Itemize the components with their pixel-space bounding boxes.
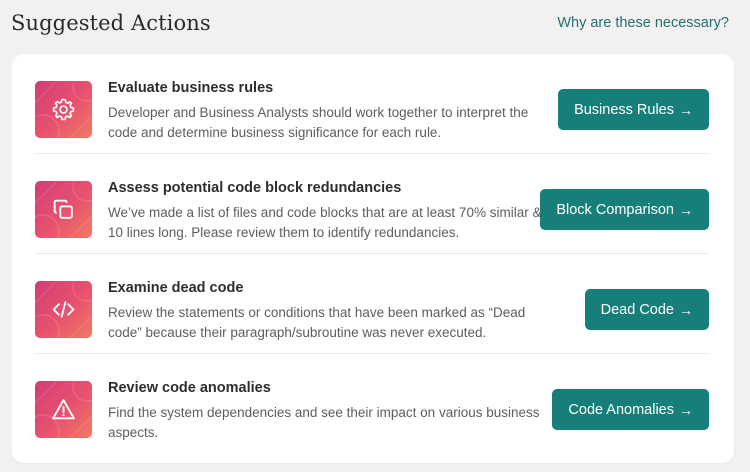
code-icon xyxy=(52,301,75,318)
code-anomalies-button[interactable]: Code Anomalies → xyxy=(552,389,709,430)
page-title: Suggested Actions xyxy=(11,11,211,35)
action-icon-tile xyxy=(35,181,92,238)
action-title: Review code anomalies xyxy=(108,380,271,396)
action-description: Review the statements or conditions that… xyxy=(108,305,526,340)
gear-icon xyxy=(52,98,75,121)
why-necessary-link[interactable]: Why are these necessary? xyxy=(557,15,729,31)
action-text: Evaluate business rules Developer and Bu… xyxy=(108,79,548,143)
block-comparison-button[interactable]: Block Comparison → xyxy=(540,189,709,230)
page-header: Suggested Actions Why are these necessar… xyxy=(0,0,750,52)
action-row-business-rules: Evaluate business rules Developer and Bu… xyxy=(35,54,709,154)
arrow-right-icon: → xyxy=(679,401,693,418)
arrow-right-icon: → xyxy=(679,101,693,118)
business-rules-button[interactable]: Business Rules → xyxy=(558,89,709,130)
action-text: Review code anomalies Find the system de… xyxy=(108,379,548,443)
button-label: Dead Code xyxy=(600,301,674,318)
action-description: Find the system dependencies and see the… xyxy=(108,405,540,440)
button-label: Block Comparison xyxy=(556,201,674,218)
suggested-actions-card: Evaluate business rules Developer and Bu… xyxy=(12,54,734,463)
action-description: We’ve made a list of files and code bloc… xyxy=(108,205,542,240)
action-icon-tile xyxy=(35,381,92,438)
action-row-code-anomalies: Review code anomalies Find the system de… xyxy=(35,354,709,453)
action-title: Assess potential code block redundancies xyxy=(108,180,402,196)
action-text: Examine dead code Review the statements … xyxy=(108,279,548,343)
action-description: Developer and Business Analysts should w… xyxy=(108,105,529,140)
warning-icon xyxy=(52,399,75,420)
action-title: Examine dead code xyxy=(108,280,244,296)
action-text: Assess potential code block redundancies… xyxy=(108,179,548,243)
action-title: Evaluate business rules xyxy=(108,80,274,96)
button-label: Business Rules xyxy=(574,101,674,118)
copy-icon xyxy=(53,199,73,219)
action-icon-tile xyxy=(35,81,92,138)
arrow-right-icon: → xyxy=(679,201,693,218)
button-label: Code Anomalies xyxy=(568,401,674,418)
action-row-block-comparison: Assess potential code block redundancies… xyxy=(35,154,709,254)
action-row-dead-code: Examine dead code Review the statements … xyxy=(35,254,709,354)
action-icon-tile xyxy=(35,281,92,338)
dead-code-button[interactable]: Dead Code → xyxy=(584,289,709,330)
arrow-right-icon: → xyxy=(679,301,693,318)
